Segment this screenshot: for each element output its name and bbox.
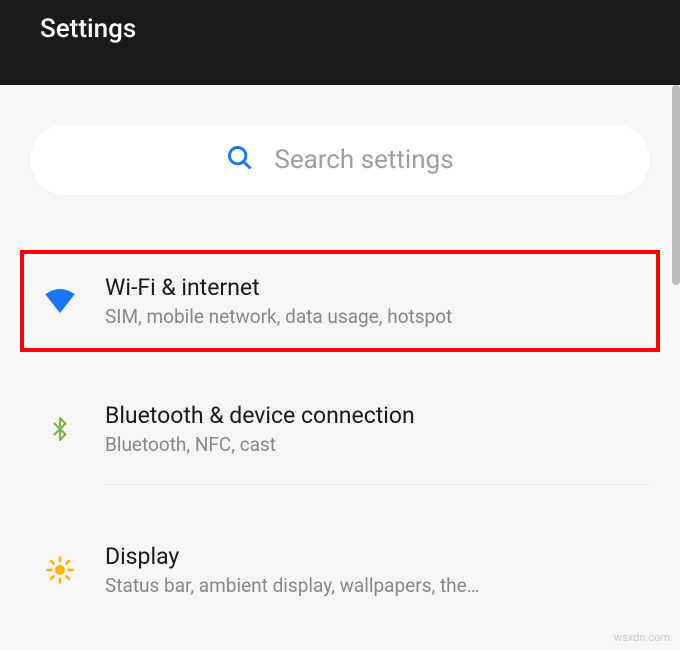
item-text: Bluetooth & device connection Bluetooth,… [105,402,640,456]
scrollbar[interactable] [672,85,680,285]
item-text: Wi-Fi & internet SIM, mobile network, da… [105,274,640,328]
wifi-icon [35,276,85,326]
search-placeholder: Search settings [274,145,453,175]
watermark: wsxdn.com [614,631,670,644]
item-subtitle: SIM, mobile network, data usage, hotspot [105,305,640,328]
divider [105,484,650,485]
brightness-icon [35,545,85,595]
item-subtitle: Status bar, ambient display, wallpapers,… [105,574,640,597]
item-text: Display Status bar, ambient display, wal… [105,543,640,597]
settings-list: Wi-Fi & internet SIM, mobile network, da… [30,250,650,617]
content: Search settings Wi-Fi & internet SIM, mo… [0,85,680,617]
item-subtitle: Bluetooth, NFC, cast [105,433,640,456]
settings-item-display[interactable]: Display Status bar, ambient display, wal… [30,523,650,617]
search-icon [226,144,254,176]
header: Settings [0,0,680,85]
item-title: Display [105,543,640,570]
bluetooth-icon [35,404,85,454]
settings-item-bluetooth[interactable]: Bluetooth & device connection Bluetooth,… [30,382,650,476]
page-title: Settings [40,14,136,44]
search-bar[interactable]: Search settings [30,125,650,195]
item-title: Bluetooth & device connection [105,402,640,429]
settings-item-wifi-internet[interactable]: Wi-Fi & internet SIM, mobile network, da… [20,250,660,352]
item-title: Wi-Fi & internet [105,274,640,301]
